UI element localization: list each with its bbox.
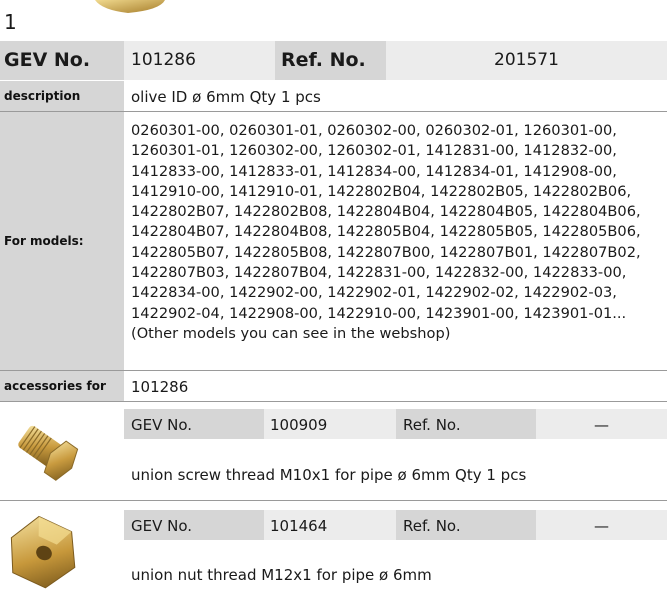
accessory-ref-value: —	[594, 416, 609, 434]
models-line: 1422804B07, 1422804B08, 1422805B04, 1422…	[131, 223, 641, 241]
accessory-gev-value: 101464	[270, 517, 328, 535]
ref-value: 201571	[494, 50, 559, 70]
models-line: 1412833-00, 1412833-01, 1412834-00, 1412…	[131, 162, 617, 180]
accessories-value: 101286	[131, 378, 189, 396]
models-line: 1422807B03, 1422807B04, 1422831-00, 1422…	[131, 264, 627, 282]
description-value: olive ID ø 6mm Qty 1 pcs	[131, 88, 321, 106]
models-line: 1260301-01, 1260302-00, 1260302-01, 1412…	[131, 142, 617, 160]
models-line: (Other models you can see in the webshop…	[131, 324, 451, 342]
models-line: 0260301-00, 0260301-01, 0260302-00, 0260…	[131, 122, 617, 139]
models-list: 0260301-00, 0260301-01, 0260302-00, 0260…	[131, 121, 661, 344]
brass-union-nut-icon	[10, 515, 76, 589]
accessory-description: union nut thread M12x1 for pipe ø 6mm	[131, 566, 432, 584]
gev-value: 101286	[131, 50, 196, 70]
models-line: 1422805B07, 1422805B08, 1422807B00, 1422…	[131, 243, 641, 261]
accessory-description: union screw thread M10x1 for pipe ø 6mm …	[131, 466, 527, 484]
accessory-ref-label: Ref. No.	[403, 416, 461, 434]
models-line: 1422802B07, 1422802B08, 1422804B04, 1422…	[131, 203, 641, 221]
accessory-ref-value: —	[594, 517, 609, 535]
accessory-gev-label: GEV No.	[131, 517, 193, 535]
brass-olive-icon	[95, 0, 165, 13]
ref-label: Ref. No.	[281, 49, 366, 71]
accessory-ref-label: Ref. No.	[403, 517, 461, 535]
gev-label: GEV No.	[4, 49, 91, 71]
models-label: For models:	[4, 234, 84, 248]
accessories-label: accessories for	[4, 379, 106, 393]
brass-union-screw-icon	[18, 425, 79, 481]
models-line: 1422902-04, 1422908-00, 1422910-00, 1423…	[131, 304, 627, 322]
description-label: description	[4, 89, 81, 103]
models-line: 1422834-00, 1422902-00, 1422902-01, 1422…	[131, 284, 617, 302]
models-line: 1412910-00, 1412910-01, 1422802B04, 1422…	[131, 182, 632, 200]
accessory-gev-label: GEV No.	[131, 416, 193, 434]
page-number: 1	[4, 10, 17, 34]
accessory-gev-value: 100909	[270, 416, 328, 434]
